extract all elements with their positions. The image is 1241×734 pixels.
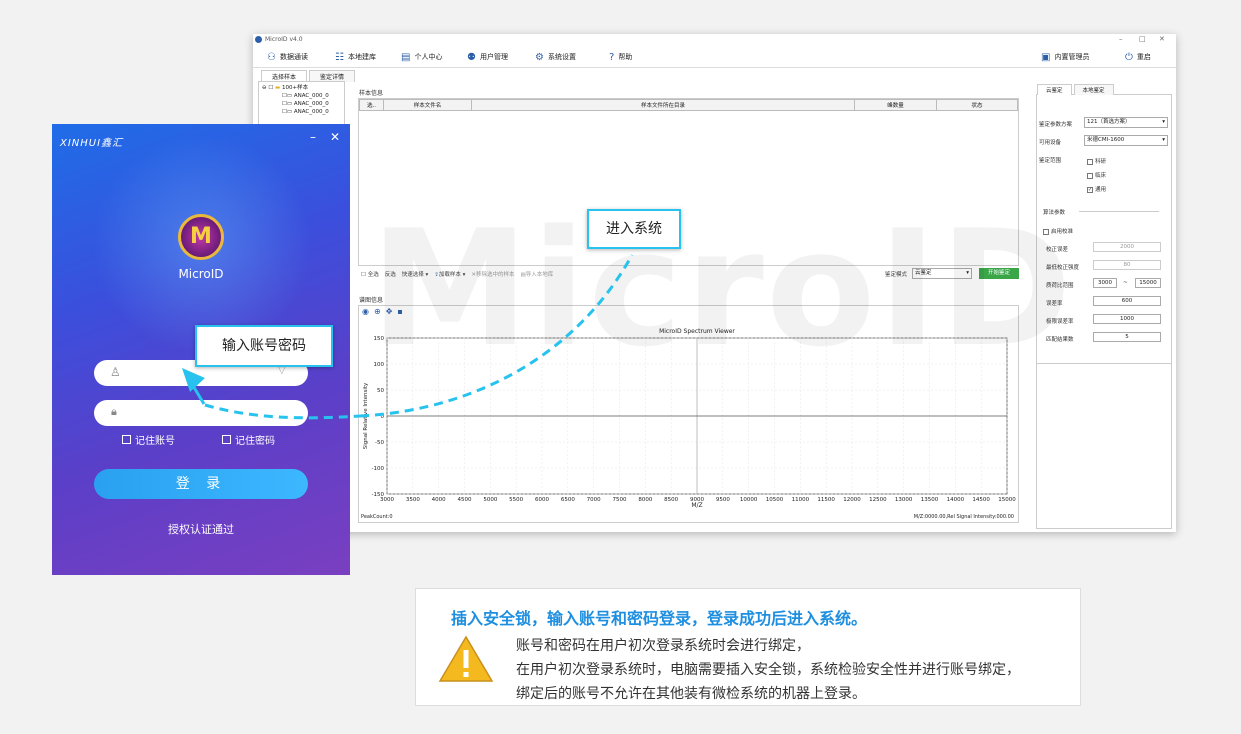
warning-icon — [438, 635, 494, 682]
note-line: 在用户初次登录系统时，电脑需要插入安全锁，系统检验安全性并进行账号绑定， — [516, 662, 1020, 678]
callout-enter-credentials: 输入账号密码 — [195, 325, 333, 367]
note-line: 账号和密码在用户初次登录系统时会进行绑定， — [516, 638, 810, 654]
note-line: 绑定后的账号不允许在其他装有微检系统的机器上登录。 — [516, 686, 866, 702]
callout-enter-system: 进入系统 — [587, 209, 681, 249]
note-box: 插入安全锁，输入账号和密码登录，登录成功后进入系统。 账号和密码在用户初次登录系… — [415, 588, 1081, 706]
note-heading: 插入安全锁，输入账号和密码登录，登录成功后进入系统。 — [451, 609, 868, 628]
